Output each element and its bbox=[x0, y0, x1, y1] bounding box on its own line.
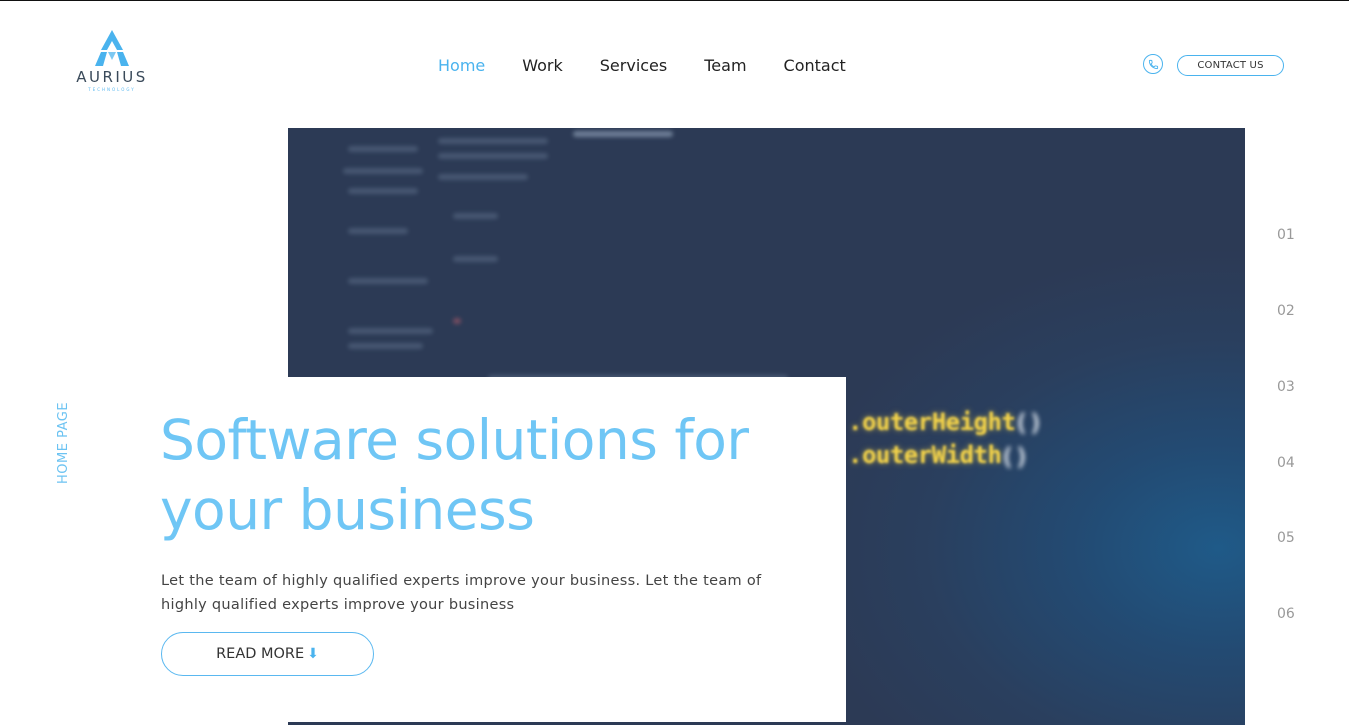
logo-tagline: TECHNOLOGY bbox=[88, 87, 136, 92]
hero-description: Let the team of highly qualified experts… bbox=[161, 573, 762, 613]
contact-us-button[interactable]: CONTACT US bbox=[1177, 55, 1284, 76]
side-page-label: HOME PAGE bbox=[56, 401, 71, 484]
nav-contact[interactable]: Contact bbox=[784, 56, 846, 75]
code-text-line-2: .outerWidth bbox=[848, 441, 1002, 469]
slide-number-05[interactable]: 05 bbox=[1277, 530, 1295, 546]
logo-text: AURIUS bbox=[76, 68, 148, 86]
logo-mark-icon bbox=[95, 30, 129, 66]
phone-icon bbox=[1148, 59, 1158, 69]
slide-number-04[interactable]: 04 bbox=[1277, 455, 1295, 471]
code-parens-2: () bbox=[1000, 443, 1029, 471]
read-more-button[interactable]: READ MORE ⬇ bbox=[161, 632, 374, 676]
slide-number-06[interactable]: 06 bbox=[1277, 606, 1295, 622]
main-nav: Home Work Services Team Contact bbox=[438, 54, 846, 76]
logo[interactable]: AURIUS TECHNOLOGY bbox=[62, 30, 162, 96]
read-more-label: READ MORE bbox=[216, 646, 305, 662]
hero-title: Software solutions for your business bbox=[160, 408, 749, 542]
nav-team[interactable]: Team bbox=[704, 56, 746, 75]
hero-card: Software solutions for your business Let… bbox=[101, 377, 846, 722]
slide-number-03[interactable]: 03 bbox=[1277, 379, 1295, 395]
slide-number-02[interactable]: 02 bbox=[1277, 303, 1295, 319]
code-text-line-1: .outerHeight bbox=[848, 408, 1016, 436]
top-border bbox=[0, 0, 1349, 1]
code-parens-1: () bbox=[1014, 409, 1043, 437]
phone-button[interactable] bbox=[1143, 54, 1163, 74]
nav-work[interactable]: Work bbox=[522, 56, 563, 75]
nav-services[interactable]: Services bbox=[600, 56, 667, 75]
arrow-down-icon: ⬇ bbox=[307, 646, 319, 662]
nav-home[interactable]: Home bbox=[438, 56, 485, 75]
slide-number-01[interactable]: 01 bbox=[1277, 227, 1295, 243]
